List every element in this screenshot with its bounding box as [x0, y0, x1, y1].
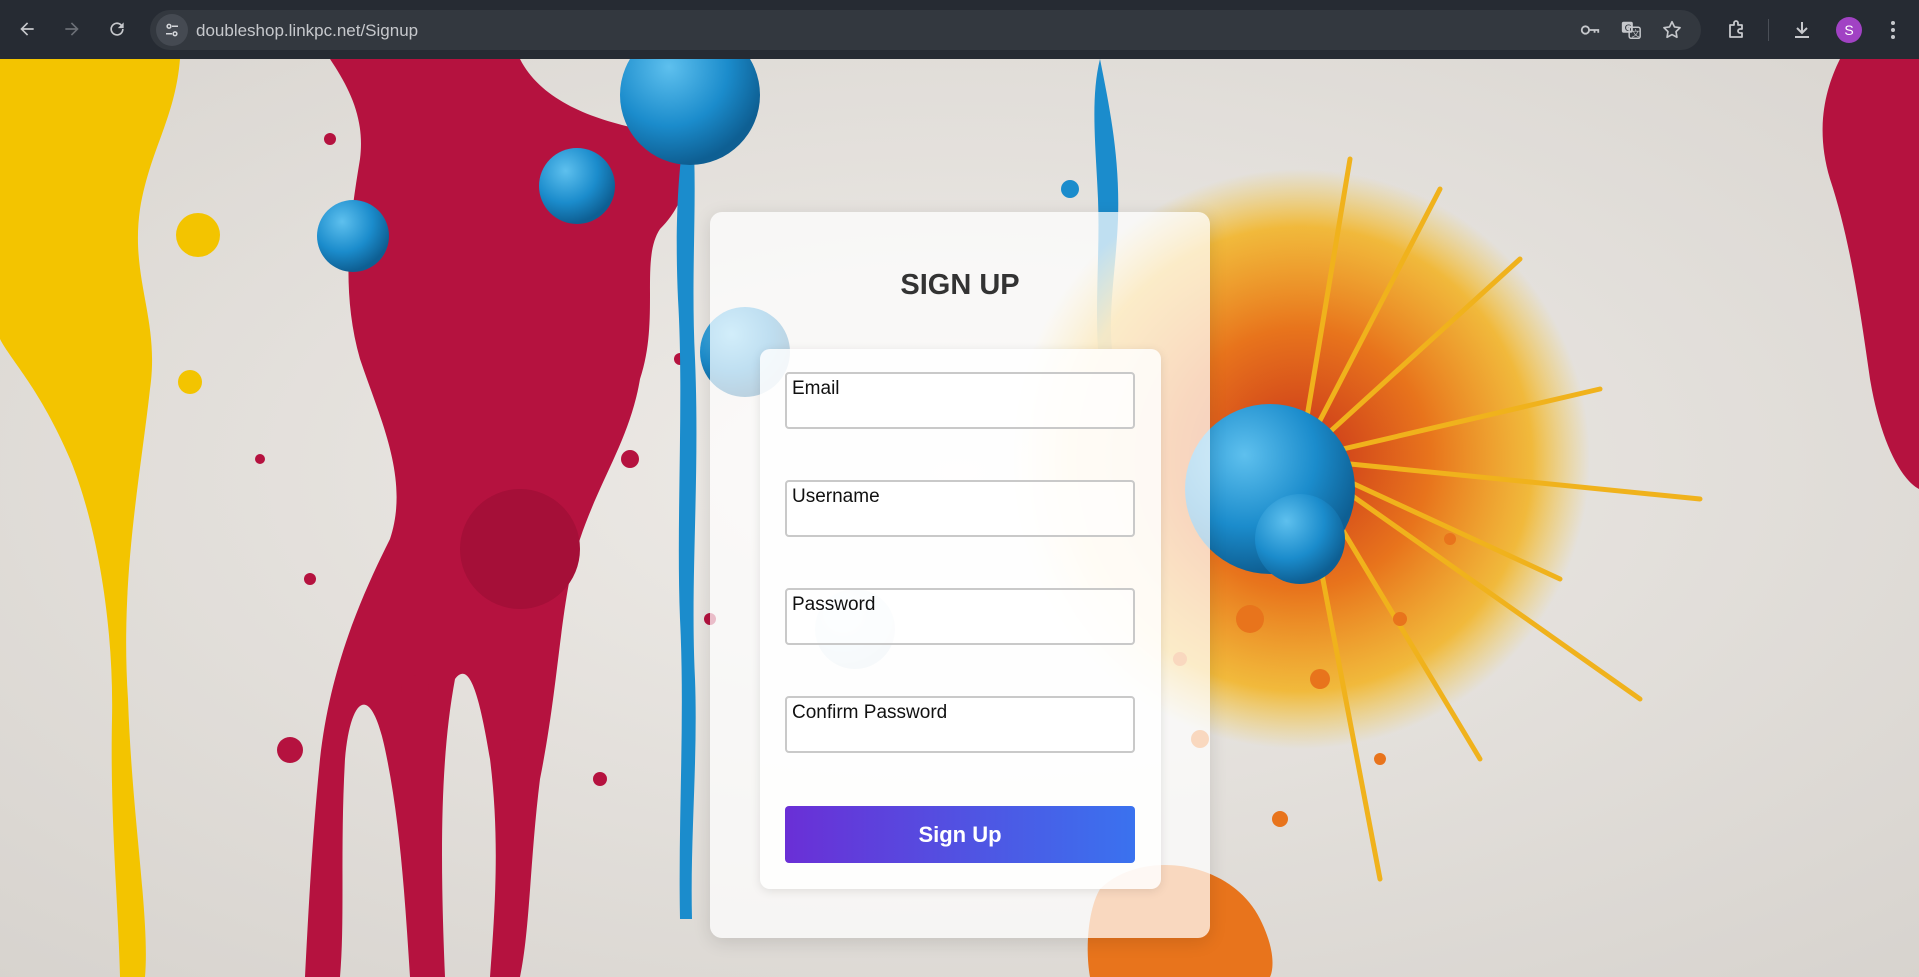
browser-menu-button[interactable] [1880, 17, 1906, 43]
sign-up-button[interactable]: Sign Up [785, 806, 1135, 863]
download-icon [1795, 22, 1809, 38]
confirm-password-field[interactable]: Confirm Password [785, 696, 1135, 753]
username-field[interactable]: Username [785, 480, 1135, 537]
profile-avatar[interactable]: S [1836, 17, 1862, 43]
password-label: Password [792, 594, 876, 615]
arrow-right-icon [65, 22, 79, 36]
site-info-button[interactable] [156, 14, 188, 46]
toolbar-divider [1768, 19, 1769, 41]
url-text[interactable]: doubleshop.linkpc.net/Signup [196, 21, 418, 41]
reload-button[interactable] [99, 11, 135, 47]
forward-button[interactable] [54, 11, 90, 47]
signup-card: SIGN UP Email Username Password Confirm … [710, 212, 1210, 938]
browser-toolbar: doubleshop.linkpc.net/Signup G 文 S [0, 0, 1919, 59]
bookmark-button[interactable] [1661, 19, 1683, 41]
arrow-left-icon [20, 22, 34, 36]
translate-button[interactable]: G 文 [1620, 19, 1642, 41]
tune-icon [166, 23, 178, 37]
downloads-button[interactable] [1789, 17, 1815, 43]
key-icon [1580, 25, 1600, 35]
extensions-button[interactable] [1724, 17, 1750, 43]
username-label: Username [792, 486, 880, 507]
password-input[interactable] [791, 618, 1131, 642]
page-title: SIGN UP [900, 269, 1020, 301]
username-input[interactable] [791, 510, 1131, 534]
confirm-password-label: Confirm Password [792, 702, 948, 723]
star-icon [1663, 20, 1681, 39]
password-manager-button[interactable] [1579, 19, 1601, 41]
password-field[interactable]: Password [785, 588, 1135, 645]
email-label: Email [792, 378, 840, 399]
confirm-password-input[interactable] [791, 726, 1131, 750]
kebab-menu-icon [1891, 21, 1895, 39]
reload-icon [110, 22, 124, 36]
svg-text:文: 文 [1631, 28, 1639, 38]
email-input[interactable] [791, 402, 1131, 426]
back-button[interactable] [9, 11, 45, 47]
page-viewport: SIGN UP Email Username Password Confirm … [0, 59, 1919, 977]
signup-form: Email Username Password Confirm Password… [760, 349, 1161, 889]
email-field[interactable]: Email [785, 372, 1135, 429]
translate-icon: G 文 [1621, 21, 1641, 39]
address-bar[interactable]: doubleshop.linkpc.net/Signup G 文 [150, 10, 1701, 50]
puzzle-icon [1729, 20, 1743, 38]
